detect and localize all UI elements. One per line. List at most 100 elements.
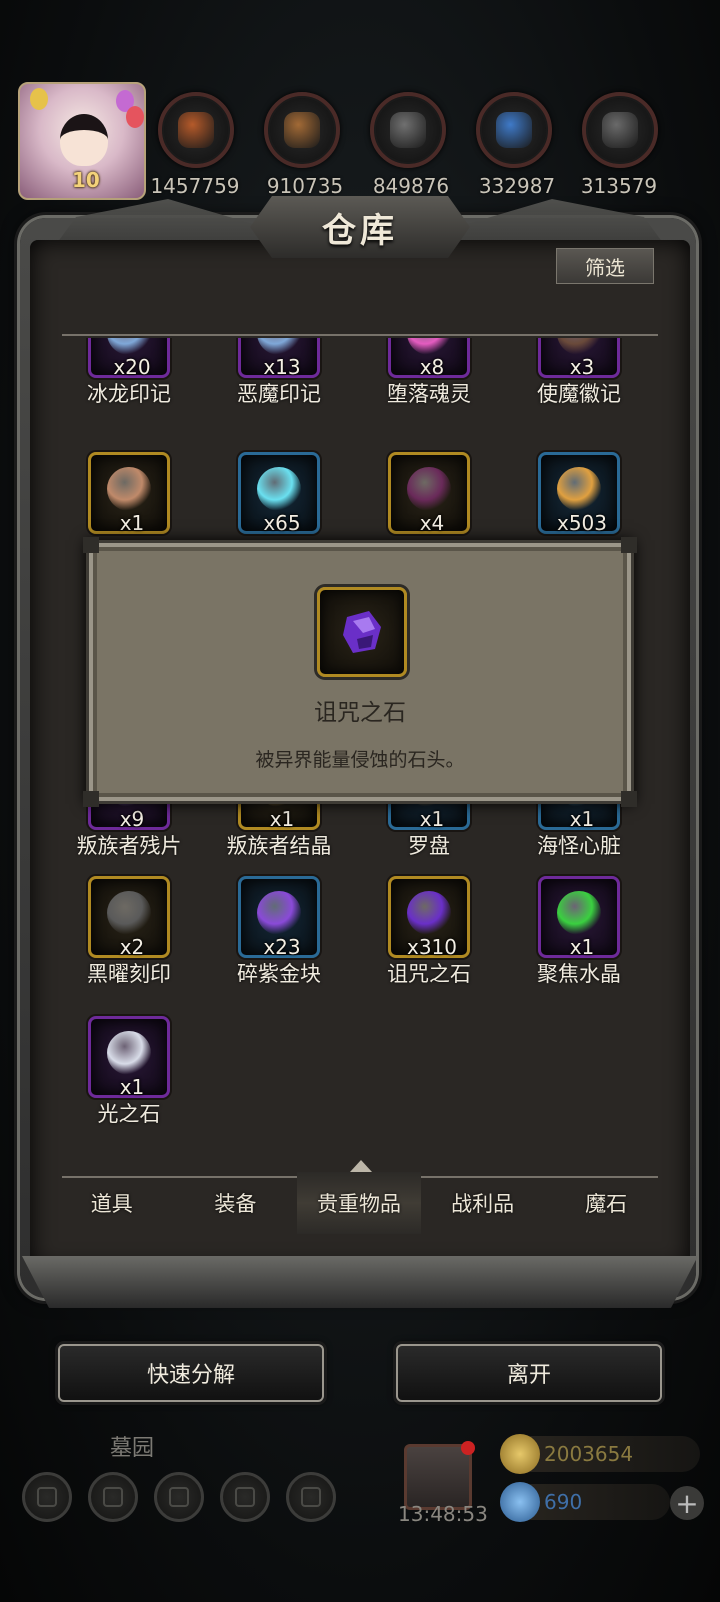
cursed-stone-icon [343,611,381,653]
item-slot[interactable]: x1 [88,452,170,535]
item-name: 堕落魂灵 [387,382,471,406]
map-icon[interactable] [286,1472,336,1522]
item-name: 聚焦水晶 [537,962,621,986]
item-slot[interactable]: x1 [538,876,620,959]
item-quantity: x4 [419,511,445,535]
filter-button[interactable]: 筛选 [556,248,654,284]
item-quantity: x3 [569,355,595,379]
flame-orb-icon [257,467,301,511]
item-tooltip: 诅咒之石 被异界能量侵蚀的石头。 [83,537,637,807]
item-slot[interactable]: x2 [88,876,170,959]
gold-coin-icon [500,1434,540,1474]
tooltip-item-name: 诅咒之石 [314,700,406,726]
item-name: 使魔徽记 [537,382,621,406]
item-quantity: x65 [263,511,301,535]
gem-amount: 690 [544,1490,583,1514]
inventory-item[interactable]: x3 使魔徽记 [510,338,660,436]
inventory-item[interactable]: x23 碎紫金块 [210,876,360,1016]
item-quantity: x503 [556,511,607,535]
green-orb-icon [557,891,601,935]
inventory-item[interactable]: x1 聚焦水晶 [510,876,660,1016]
item-name: 光之石 [97,1102,161,1126]
inventory-item[interactable]: x2 黑曜刻印 [60,876,210,1016]
inventory-item[interactable]: x8 堕落魂灵 [360,338,510,436]
panel-title: 仓库 [322,210,398,251]
gift-box-icon[interactable] [404,1441,475,1510]
emblem-icon [557,338,601,355]
quick-dismantle-button[interactable]: 快速分解 [58,1344,324,1402]
add-currency-button[interactable]: + [670,1486,704,1520]
item-name: 罗盘 [408,834,450,858]
inventory-item[interactable]: x310 诅咒之石 [360,876,510,1016]
leave-button[interactable]: 离开 [396,1344,662,1402]
item-slot[interactable]: x3 [538,338,620,379]
wood-icon[interactable] [264,92,340,168]
gold-currency: 2003654 [500,1434,700,1474]
item-quantity: x2 [119,935,145,959]
tab-items[interactable]: 道具 [50,1172,174,1234]
inventory-item[interactable]: x20 冰龙印记 [60,338,210,436]
mail-icon[interactable] [220,1472,270,1522]
inventory-item[interactable]: x1 光之石 [60,1016,210,1156]
tab-magic-stones[interactable]: 魔石 [544,1172,668,1234]
ore-icon[interactable] [158,92,234,168]
pink-orb-icon [407,338,451,355]
item-name: 叛族者残片 [76,834,182,858]
panel-bottom-frame [22,1256,698,1308]
item-name: 冰龙印记 [87,382,171,406]
leaf-icon [107,467,151,511]
item-slot[interactable]: x1 [88,1016,170,1099]
inventory-item[interactable]: x13 恶魔印记 [210,338,360,436]
purple-gem-icon [257,891,301,935]
resource-count: 910735 [266,174,344,198]
item-slot[interactable]: x310 [388,876,470,959]
item-quantity: x13 [263,355,301,379]
resource-count: 332987 [478,174,556,198]
category-tabs: 道具 装备 贵重物品 战利品 魔石 [50,1172,668,1234]
item-name: 叛族者结晶 [226,834,332,858]
item-quantity: x1 [419,807,445,831]
tooltip-item-description: 被异界能量侵蚀的石头。 [255,749,465,771]
tab-loot[interactable]: 战利品 [421,1172,545,1234]
gold-amount: 2003654 [544,1442,634,1466]
item-name: 碎紫金块 [237,962,321,986]
item-quantity: x20 [113,355,151,379]
settings-icon[interactable] [22,1472,72,1522]
item-quantity: x310 [406,935,457,959]
light-stone-icon [107,1031,151,1075]
item-slot[interactable]: x8 [388,338,470,379]
tab-valuables[interactable]: 贵重物品 [297,1172,421,1234]
gift-timer: 13:48:53 [398,1502,488,1526]
item-quantity: x23 [263,935,301,959]
balloon-icon [30,88,48,110]
tab-equipment[interactable]: 装备 [174,1172,298,1234]
stone-icon[interactable] [370,92,446,168]
dark-brick-icon [407,467,451,511]
player-avatar[interactable]: 10 [18,82,146,200]
helmet-icon[interactable] [154,1472,204,1522]
item-slot[interactable]: x13 [238,338,320,379]
item-name: 诅咒之石 [387,962,471,986]
item-slot[interactable]: x4 [388,452,470,535]
item-slot[interactable]: x20 [88,338,170,379]
item-slot[interactable]: x65 [238,452,320,535]
golden-orb-icon [557,467,601,511]
item-quantity: x1 [569,807,595,831]
gem-icon [500,1482,540,1522]
shield-icon[interactable] [88,1472,138,1522]
tooltip-item-slot [317,587,407,677]
resource-count: 849876 [372,174,450,198]
swirl-icon [257,338,301,355]
title-plate: 仓库 [250,196,470,258]
obsidian-icon [107,891,151,935]
divider [62,334,658,336]
item-quantity: x1 [569,935,595,959]
iron-icon[interactable] [582,92,658,168]
item-slot[interactable]: x503 [538,452,620,535]
item-name: 黑曜刻印 [87,962,171,986]
item-slot[interactable]: x23 [238,876,320,959]
character-portrait [60,114,108,166]
player-level: 10 [72,168,100,192]
crystal-icon[interactable] [476,92,552,168]
balloon-icon [126,106,144,128]
